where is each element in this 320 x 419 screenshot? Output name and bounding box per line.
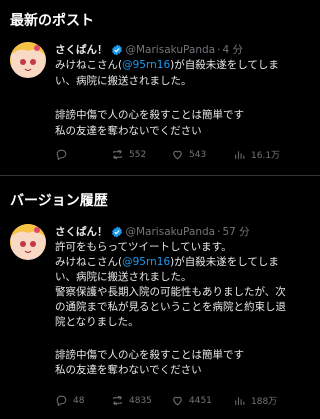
- reply-button[interactable]: 48: [55, 394, 84, 407]
- timestamp[interactable]: 4 分: [222, 42, 243, 57]
- repost-icon: [113, 149, 122, 160]
- tweet-text-line: の通院まで私が見るということを病院と約束し退: [55, 301, 286, 313]
- tweet-text-line: みけねこさん(@95rn16)が自殺未遂をしてしま: [55, 59, 279, 71]
- reply-button[interactable]: [55, 148, 73, 161]
- mention-link[interactable]: @95rn16: [122, 59, 170, 71]
- mention-link[interactable]: @95rn16: [122, 256, 170, 268]
- timestamp[interactable]: 57 分: [222, 224, 249, 239]
- tweet-text-line: 私の友達を奪わないでください: [55, 125, 202, 137]
- reply-count: 48: [73, 395, 85, 406]
- version-history-section-title: バージョン履歴: [10, 193, 108, 209]
- like-button[interactable]: 4451: [171, 394, 212, 407]
- view-count: 16.1万: [251, 151, 281, 161]
- latest-post-section-title: 最新のポスト: [10, 13, 94, 29]
- verified-badge-icon: [111, 44, 122, 55]
- tweet-actions: 552 543 16.1万: [55, 148, 310, 162]
- separator-dot: ·: [217, 43, 221, 56]
- avatar[interactable]: [10, 42, 46, 78]
- view-count: 188万: [251, 397, 278, 407]
- repost-button[interactable]: 4835: [111, 394, 152, 407]
- repost-count: 552: [129, 149, 147, 160]
- views-bar-chart-icon: [235, 151, 245, 159]
- repost-count: 4835: [129, 395, 152, 406]
- display-name[interactable]: さくぱん！: [55, 224, 108, 239]
- reply-icon: [56, 149, 67, 161]
- handle[interactable]: @MarisakuPanda: [126, 226, 216, 238]
- tweet-text-line: 私の友達を奪わないでください: [55, 364, 202, 376]
- tweet-text-line: みけねこさん(@95rn16)が自殺未遂をしてしま: [55, 256, 279, 268]
- heart-icon: [173, 396, 182, 406]
- views-button[interactable]: 16.1万: [233, 148, 280, 161]
- views-button[interactable]: 188万: [233, 394, 277, 407]
- display-name[interactable]: さくぱん！: [55, 42, 108, 57]
- like-count: 4451: [189, 395, 212, 406]
- repost-icon: [113, 395, 122, 406]
- handle[interactable]: @MarisakuPanda: [126, 44, 216, 56]
- tweet-text-line: 院となりました。: [55, 316, 139, 328]
- tweet-text-line: い、病院に搬送されました。: [55, 75, 192, 87]
- tweet-header: さくぱん！ @MarisakuPanda · 4 分: [55, 42, 243, 57]
- tweet-header: さくぱん！ @MarisakuPanda · 57 分: [55, 224, 250, 239]
- tweet-actions: 48 4835 4451 188万: [55, 394, 310, 408]
- like-count: 543: [189, 149, 207, 160]
- like-button[interactable]: 543: [171, 148, 206, 161]
- latest-tweet[interactable]: さくぱん！ @MarisakuPanda · 4 分 みけねこさん(@95rn1…: [0, 42, 320, 172]
- section-divider: [0, 175, 320, 176]
- views-bar-chart-icon: [235, 397, 245, 405]
- avatar[interactable]: [10, 224, 46, 260]
- tweet-text-line: い、病院に搬送されました。: [55, 271, 192, 283]
- tweet-text-line: 誹謗中傷で人の心を殺すことは簡単です: [55, 349, 244, 361]
- separator-dot: ·: [217, 225, 221, 238]
- history-tweet[interactable]: さくぱん！ @MarisakuPanda · 57 分 許可をもらってツイートし…: [0, 224, 320, 414]
- repost-button[interactable]: 552: [111, 148, 146, 161]
- tweet-text-line: 誹謗中傷で人の心を殺すことは簡単です: [55, 109, 244, 121]
- verified-badge-icon: [111, 226, 122, 237]
- tweet-text-line: 許可をもらってツイートしています。: [55, 241, 232, 253]
- heart-icon: [173, 150, 182, 160]
- reply-icon: [56, 395, 67, 407]
- tweet-text-line: 警察保護や長期入院の可能性もありましたが、次: [55, 286, 286, 298]
